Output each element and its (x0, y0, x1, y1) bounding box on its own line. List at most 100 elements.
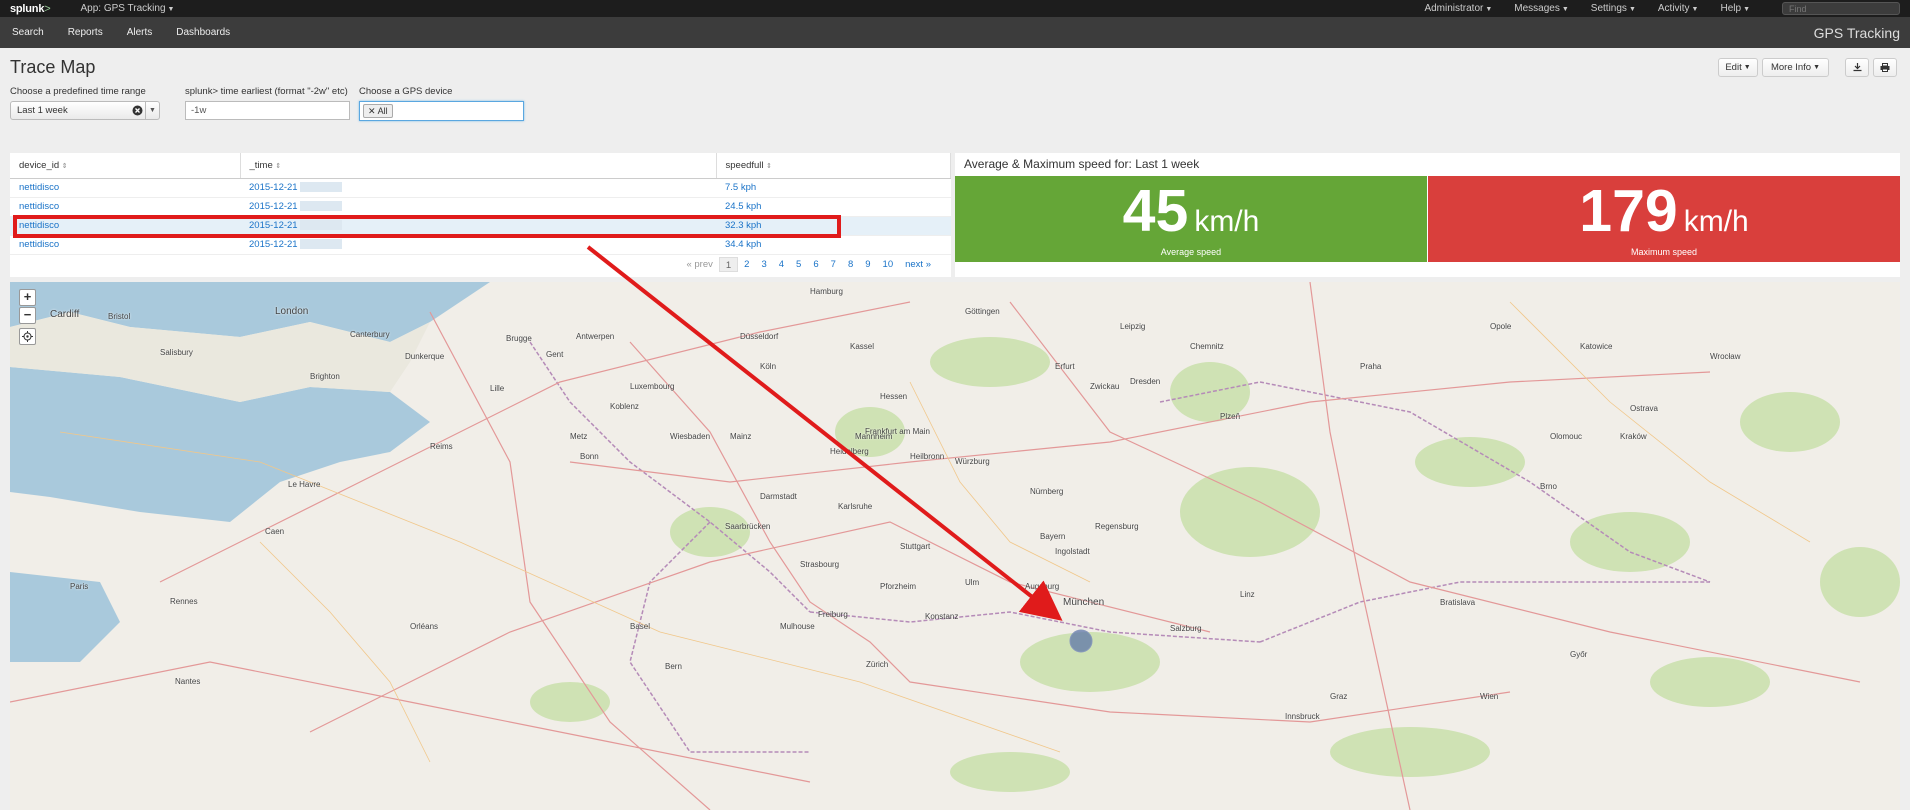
city-label: Erfurt (1055, 362, 1075, 371)
city-label: Metz (570, 432, 588, 441)
find-input[interactable] (1782, 2, 1900, 15)
more-info-button[interactable]: More Info ▼ (1762, 58, 1829, 77)
col-time[interactable]: _time ⇕ (240, 153, 717, 179)
city-label: Rennes (170, 597, 198, 606)
maximum-speed-unit: km/h (1683, 205, 1749, 238)
speed-panel: Average & Maximum speed for: Last 1 week… (955, 153, 1900, 277)
cell-device[interactable]: nettidisco (10, 178, 240, 198)
clear-icon[interactable] (132, 105, 143, 119)
city-label: Hamburg (810, 287, 843, 296)
page-6[interactable]: 6 (807, 257, 824, 272)
next-page[interactable]: next » (899, 257, 937, 272)
highlight-annotation (13, 215, 841, 238)
city-label: Paris (70, 582, 89, 591)
cell-speed[interactable]: 7.5 kph (716, 178, 951, 198)
city-label: Nürnberg (1030, 487, 1064, 496)
cell-time[interactable]: 2015-12-21 (240, 178, 716, 198)
locate-icon (22, 331, 33, 342)
city-label: Darmstadt (760, 492, 797, 501)
splunk-logo[interactable]: splunk> (10, 3, 51, 15)
messages-menu[interactable]: Messages ▼ (1514, 3, 1569, 14)
city-label: Le Havre (288, 480, 321, 489)
page-5[interactable]: 5 (790, 257, 807, 272)
page-2[interactable]: 2 (738, 257, 755, 272)
nav-alerts[interactable]: Alerts (127, 27, 153, 38)
locate-button[interactable] (19, 328, 36, 345)
city-label: Konstanz (925, 612, 959, 621)
city-label: Pforzheim (880, 582, 917, 591)
sort-icon: ⇕ (275, 162, 282, 170)
page-9[interactable]: 9 (859, 257, 876, 272)
maximum-speed-caption: Maximum speed (1630, 247, 1698, 257)
city-label: Dunkerque (405, 352, 445, 361)
city-label: Antwerpen (576, 332, 615, 341)
export-button[interactable] (1845, 58, 1869, 77)
earliest-label: splunk> time earliest (format "-2w" etc) (185, 86, 348, 97)
device-multiselect[interactable]: ✕ All (359, 101, 524, 121)
gps-marker[interactable] (1069, 629, 1093, 653)
cell-speed[interactable]: 24.5 kph (716, 197, 951, 217)
page-4[interactable]: 4 (773, 257, 790, 272)
print-button[interactable] (1873, 58, 1897, 77)
city-label: Leipzig (1120, 322, 1146, 331)
chevron-down-icon: ▼ (1813, 64, 1821, 71)
zoom-in-button[interactable]: + (19, 289, 36, 306)
app-menu[interactable]: App: GPS Tracking ▼ (80, 3, 174, 14)
cell-time[interactable]: 2015-12-21 (240, 197, 716, 217)
nav-search[interactable]: Search (12, 27, 44, 38)
table-row[interactable]: nettidisco 2015-12-21 7.5 kph (10, 178, 951, 198)
city-label: Brugge (506, 334, 532, 343)
city-label: Lille (490, 384, 505, 393)
cell-device[interactable]: nettidisco (10, 197, 240, 217)
zoom-out-button[interactable]: − (19, 307, 36, 324)
chevron-down-icon: ▼ (1561, 6, 1569, 13)
page-10[interactable]: 10 (877, 257, 900, 272)
nav-dashboards[interactable]: Dashboards (176, 27, 230, 38)
city-label: Dresden (1130, 377, 1161, 386)
edit-button[interactable]: Edit ▼ (1718, 58, 1758, 77)
city-label: Brighton (310, 372, 340, 381)
sort-icon: ⇕ (766, 162, 773, 170)
city-label: Zwickau (1090, 382, 1120, 391)
city-label: Mulhouse (780, 622, 815, 631)
chevron-down-icon: ▼ (1628, 6, 1636, 13)
chevron-down-icon[interactable]: ▼ (145, 102, 159, 119)
city-label: Ulm (965, 578, 980, 587)
page-3[interactable]: 3 (755, 257, 772, 272)
remove-icon[interactable]: ✕ (368, 106, 376, 116)
city-label: Győr (1570, 650, 1588, 659)
city-label: Wiesbaden (670, 432, 711, 441)
city-label: Augsburg (1025, 582, 1060, 591)
city-label: Mainz (730, 432, 752, 441)
page-1[interactable]: 1 (718, 257, 739, 272)
earliest-input[interactable]: -1w (185, 101, 350, 120)
time-range-select[interactable]: Last 1 week ▼ (10, 101, 160, 120)
city-label: Stuttgart (900, 542, 931, 551)
settings-menu[interactable]: Settings ▼ (1591, 3, 1636, 14)
col-speed[interactable]: speedfull ⇕ (716, 153, 951, 179)
city-label: Heilbronn (910, 452, 945, 461)
activity-menu[interactable]: Activity ▼ (1658, 3, 1699, 14)
maximum-speed-value: 179 (1579, 178, 1678, 244)
city-label: Nantes (175, 677, 201, 686)
city-label: Freiburg (818, 610, 848, 619)
device-tag-all[interactable]: ✕ All (363, 104, 393, 118)
nav-reports[interactable]: Reports (68, 27, 103, 38)
table-row[interactable]: nettidisco 2015-12-21 24.5 kph (10, 197, 951, 217)
print-icon (1880, 63, 1890, 72)
city-label: Hessen (880, 392, 908, 401)
page-8[interactable]: 8 (842, 257, 859, 272)
city-label: Graz (1330, 692, 1348, 701)
city-label: Bayern (1040, 532, 1066, 541)
prev-page[interactable]: « prev (680, 257, 718, 272)
administrator-menu[interactable]: Administrator ▼ (1424, 3, 1492, 14)
city-label: Innsbruck (1285, 712, 1320, 721)
map-base[interactable] (10, 282, 1900, 810)
city-label: Würzburg (955, 457, 990, 466)
trace-map[interactable]: Cardiff Bristol London Canterbury Salisbury B… (10, 282, 1900, 810)
col-device-id[interactable]: device_id ⇕ (10, 153, 241, 179)
help-menu[interactable]: Help ▼ (1720, 3, 1750, 14)
chevron-down-icon: ▼ (1691, 6, 1699, 13)
page-7[interactable]: 7 (825, 257, 842, 272)
sort-icon: ⇕ (61, 162, 68, 170)
